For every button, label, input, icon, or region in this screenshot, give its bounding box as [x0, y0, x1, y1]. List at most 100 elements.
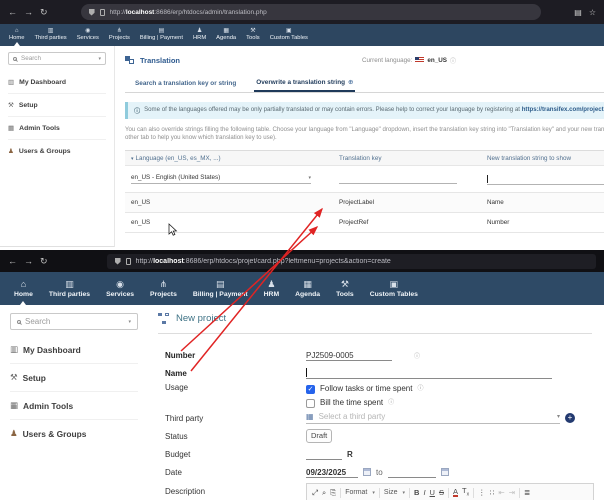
remove-format-button[interactable]: Tx: [462, 487, 469, 498]
translation-page: Translation Current language: en_US ⓘ Se…: [115, 46, 604, 247]
left-sidebar: Search ▾ ▥My Dashboard ⚒Setup ▦Admin Too…: [0, 305, 148, 500]
menu-item-custom-tables[interactable]: ▣Custom Tables: [362, 272, 426, 305]
size-dropdown[interactable]: Size▾: [384, 489, 405, 496]
add-third-party-button[interactable]: +: [565, 413, 575, 423]
translation-key-input[interactable]: [339, 173, 457, 184]
menu-item-home[interactable]: ⌂Home: [4, 24, 29, 46]
reload-button[interactable]: ↻: [40, 8, 48, 17]
page-icon[interactable]: [100, 9, 105, 16]
new-string-input[interactable]: [487, 174, 604, 185]
text-cursor: [306, 368, 307, 377]
url-bar[interactable]: http://localhost:8686/erp/htdocs/admin/t…: [81, 4, 541, 20]
calendar-icon[interactable]: [363, 468, 371, 476]
align-button[interactable]: ≣: [524, 489, 530, 497]
form-row-status: Status Draft: [158, 427, 592, 445]
date-end-field[interactable]: [388, 466, 436, 478]
table-row[interactable]: en_US ProjectLabel Name: [125, 193, 604, 213]
hint-line-1: You can also override strings filling th…: [125, 126, 604, 134]
sidebar-item-users-groups[interactable]: ♟Users & Groups: [10, 419, 138, 447]
search-input[interactable]: Search ▾: [10, 313, 138, 330]
column-header-translation-key[interactable]: Translation key: [333, 155, 481, 162]
star-bookmark-icon[interactable]: ☆: [589, 8, 596, 17]
maximize-icon[interactable]: ⤢: [312, 489, 318, 497]
url-bar[interactable]: http://localhost:8686/erp/htdocs/projet/…: [107, 254, 596, 269]
page-icon[interactable]: [126, 258, 131, 265]
tab-overwrite-translation[interactable]: Overwrite a translation string ⊕: [254, 75, 355, 92]
third-party-select[interactable]: ▦ Select a third party ▾: [306, 412, 560, 424]
column-header-language[interactable]: ▾Language (en_US, es_MX, ...): [125, 155, 333, 162]
tab-search-translation[interactable]: Search a translation key or string: [133, 75, 238, 92]
text-color-button[interactable]: A: [453, 488, 458, 498]
format-dropdown[interactable]: Format▾: [345, 489, 375, 496]
forward-button[interactable]: →: [24, 257, 33, 266]
outdent-button[interactable]: ⇤: [498, 489, 504, 497]
menu-item-billing-payment[interactable]: ▤Billing | Payment: [185, 272, 256, 305]
menu-item-services[interactable]: ◉Services: [72, 24, 104, 46]
search-input[interactable]: Search ▾: [8, 52, 106, 65]
menu-item-billing-payment[interactable]: ▤Billing | Payment: [135, 24, 188, 46]
sidebar-item-admin-tools[interactable]: ▦Admin Tools: [8, 116, 106, 139]
menu-item-hrm[interactable]: ♟HRM: [188, 24, 211, 46]
italic-button[interactable]: I: [423, 489, 425, 497]
menu-item-third-parties[interactable]: ▥Third parties: [29, 24, 71, 46]
menu-item-tools[interactable]: ⚒Tools: [241, 24, 265, 46]
back-button[interactable]: ←: [8, 8, 17, 17]
menu-item-services[interactable]: ◉Services: [98, 272, 142, 305]
url-prefix: http://: [136, 258, 154, 265]
info-icon[interactable]: ⓘ: [414, 351, 420, 360]
reload-button[interactable]: ↻: [40, 257, 48, 266]
menu-label: Home: [9, 35, 24, 42]
status-label: Status: [158, 432, 306, 441]
back-button[interactable]: ←: [8, 257, 17, 266]
bookmarks-icon[interactable]: ▤: [574, 8, 582, 17]
menu-item-projects[interactable]: ⋔Projects: [142, 272, 185, 305]
calendar-icon[interactable]: [441, 468, 449, 476]
strikethrough-button[interactable]: S: [439, 489, 444, 497]
unordered-list-button[interactable]: ∷: [490, 489, 495, 497]
language-select[interactable]: en_US - English (United States)▾: [131, 174, 311, 184]
menu-item-custom-tables[interactable]: ▣Custom Tables: [265, 24, 313, 46]
menu-item-third-parties[interactable]: ▥Third parties: [41, 272, 98, 305]
left-sidebar: Search ▾ ▥My Dashboard ⚒Setup ▦Admin Too…: [0, 46, 115, 247]
menu-item-agenda[interactable]: ▦Agenda: [287, 272, 328, 305]
sidebar-item-setup[interactable]: ⚒Setup: [10, 363, 138, 391]
indent-button[interactable]: ⇥: [509, 489, 515, 497]
underline-button[interactable]: U: [430, 489, 435, 497]
url-text[interactable]: http://localhost:8686/erp/htdocs/admin/t…: [110, 9, 267, 16]
menu-item-tools[interactable]: ⚒Tools: [328, 272, 362, 305]
transifex-link[interactable]: https://transifex.com/projects/p/dolibar…: [522, 106, 604, 113]
checkbox-follow-tasks[interactable]: ✓: [306, 385, 315, 394]
browser-window-new-project: ← → ↻ http://localhost:8686/erp/htdocs/p…: [0, 250, 604, 500]
menu-item-home[interactable]: ⌂Home: [6, 272, 41, 305]
sidebar-item-setup[interactable]: ⚒Setup: [8, 93, 106, 116]
bold-button[interactable]: B: [414, 489, 419, 497]
name-field[interactable]: [306, 367, 552, 379]
info-icon[interactable]: ⓘ: [417, 383, 423, 395]
shield-icon[interactable]: [115, 258, 121, 265]
menu-label: Billing | Payment: [140, 35, 183, 42]
date-start-field[interactable]: 09/23/2025: [306, 466, 358, 478]
table-row[interactable]: en_US ProjectRef Number: [125, 213, 604, 233]
sidebar-item-my-dashboard[interactable]: ▥My Dashboard: [8, 71, 106, 93]
budget-field[interactable]: [306, 448, 342, 460]
info-icon[interactable]: ⓘ: [388, 397, 394, 409]
chevron-down-icon: ▾: [98, 56, 101, 62]
number-field[interactable]: PJ2509-0005: [306, 349, 392, 361]
column-header-new-string[interactable]: New translation string to show: [481, 155, 604, 162]
checkbox-bill-time[interactable]: [306, 399, 315, 408]
building-icon: ▦: [306, 413, 314, 421]
sidebar-item-users-groups[interactable]: ♟Users & Groups: [8, 139, 106, 162]
forward-button[interactable]: →: [24, 8, 33, 17]
source-icon[interactable]: ⎘: [330, 489, 336, 497]
form-row-description: Description ⤢ ⌕ ⎘ Format▾ Size▾: [158, 481, 592, 500]
ordered-list-button[interactable]: ⋮: [478, 489, 486, 497]
menu-item-agenda[interactable]: ▦Agenda: [211, 24, 241, 46]
menu-item-projects[interactable]: ⋔Projects: [104, 24, 135, 46]
info-icon[interactable]: ⓘ: [450, 56, 456, 65]
sidebar-item-my-dashboard[interactable]: ▥My Dashboard: [10, 336, 138, 363]
sidebar-item-admin-tools[interactable]: ▦Admin Tools: [10, 391, 138, 419]
shield-icon[interactable]: [89, 9, 95, 16]
search-icon[interactable]: ⌕: [322, 489, 326, 497]
url-text[interactable]: http://localhost:8686/erp/htdocs/projet/…: [136, 258, 391, 265]
menu-item-hrm[interactable]: ♟HRM: [256, 272, 287, 305]
